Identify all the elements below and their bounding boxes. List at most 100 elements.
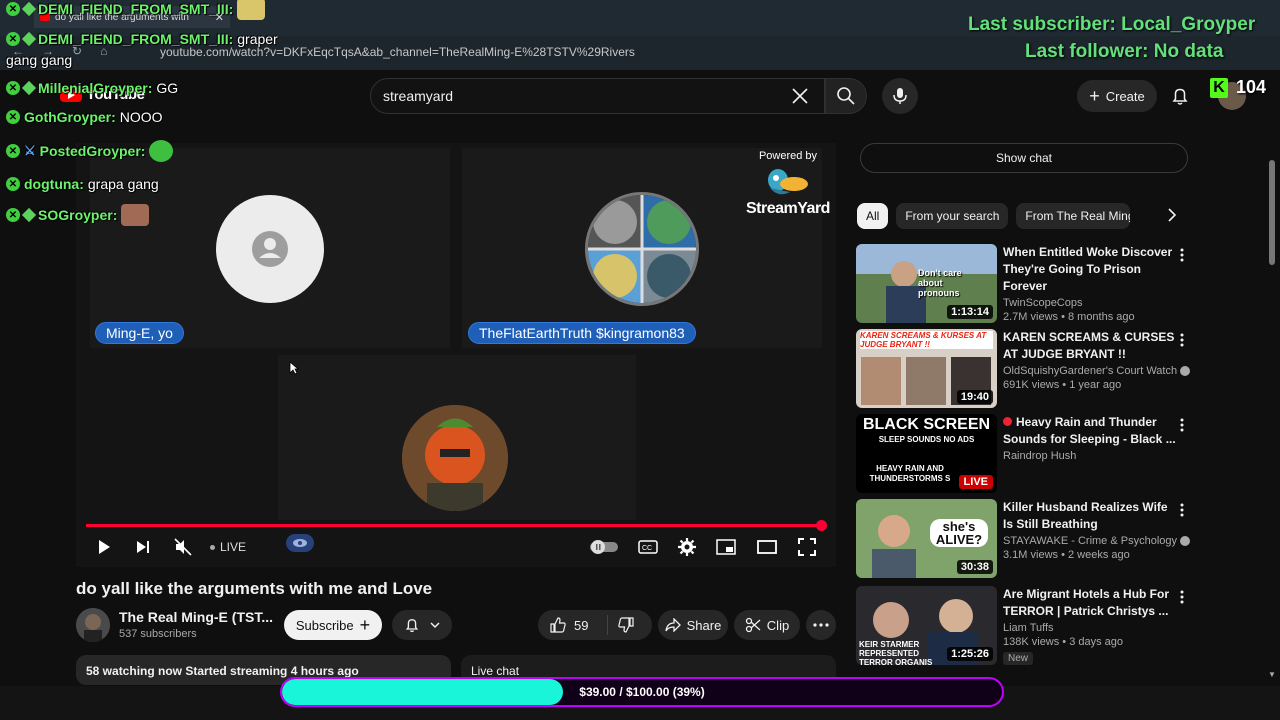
thumbnail-caption: HEAVY RAIN AND THUNDERSTORMS S [869,464,951,483]
live-indicator[interactable]: LIVE [210,535,246,559]
video-title[interactable]: Are Migrant Hotels a Hub For TERROR | Pa… [1003,586,1178,620]
voice-search-button[interactable] [882,78,918,114]
live-badge: LIVE [958,475,993,489]
channel-avatar[interactable] [76,608,110,642]
channel-name[interactable]: TwinScopeCops [1003,297,1178,309]
search-button[interactable] [825,78,867,114]
video-thumbnail[interactable]: KAREN SCREAMS & KURSES AT JUDGE BRYANT !… [856,329,997,408]
fullscreen-button[interactable] [798,535,816,559]
theater-mode-button[interactable] [757,535,777,559]
search-input[interactable]: streamyard [370,78,825,114]
scrollbar-thumb[interactable] [1269,160,1275,265]
theater-icon [757,540,777,554]
next-button[interactable] [135,535,151,559]
thumbnail-caption: KEIR STARMER REPRESENTED TERROR ORGANIS [859,640,933,665]
badge-x-icon: ✕ [6,81,20,95]
video-thumbnail[interactable]: she's ALIVE? 30:38 [856,499,997,578]
chat-username: dogtuna: [24,176,84,192]
video-title[interactable]: KAREN SCREAMS & CURSES AT JUDGE BRYANT !… [1003,329,1178,363]
watching-count: 58 watching now [86,664,183,678]
chevron-right-icon[interactable] [1166,208,1178,222]
recommended-video[interactable]: Don't care about pronouns 1:13:14 When E… [856,244,1186,324]
channel-name[interactable]: OldSquishyGardener's Court Watch [1003,365,1191,377]
channel-name[interactable]: Raindrop Hush [1003,450,1178,462]
fullscreen-icon [798,538,816,556]
chip-from-search[interactable]: From your search [896,203,1009,229]
video-thumbnail[interactable]: BLACK SCREEN SLEEP SOUNDS NO ADS HEAVY R… [856,414,997,493]
video-thumbnail[interactable]: KEIR STARMER REPRESENTED TERROR ORGANIS … [856,586,997,665]
chip-from-channel[interactable]: From The Real Ming-E ( [1016,203,1131,229]
more-vertical-icon[interactable] [1180,590,1184,604]
dislike-button[interactable] [608,617,634,633]
scrubber-handle[interactable] [816,520,827,531]
video-title[interactable]: When Entitled Woke Discover They're Goin… [1003,244,1178,295]
diamond-badge-icon [21,80,37,96]
powered-by-label: Powered by [758,150,818,162]
badge-x-icon: ✕ [6,2,20,16]
viewer-count: 104 [1236,77,1267,97]
video-thumbnail[interactable]: Don't care about pronouns 1:13:14 [856,244,997,323]
filter-chips: All From your search From The Real Ming-… [857,203,1131,229]
more-horizontal-icon [813,623,829,627]
more-vertical-icon[interactable] [1180,333,1184,347]
autoplay-toggle[interactable] [590,535,618,559]
gear-icon [678,538,696,556]
recommended-video[interactable]: BLACK SCREEN SLEEP SOUNDS NO ADS HEAVY R… [856,414,1186,494]
share-icon [664,618,681,632]
recommended-video[interactable]: KAREN SCREAMS & KURSES AT JUDGE BRYANT !… [856,329,1191,409]
captions-button[interactable]: CC [638,535,658,559]
player-controls: LIVE CC [86,534,826,561]
notification-settings-button[interactable] [392,610,452,640]
chevron-down-icon [430,622,440,629]
channel-name-text: STAYAWAKE - Crime & Psychology [1003,535,1178,547]
video-title[interactable]: Killer Husband Realizes Wife Is Still Br… [1003,499,1178,533]
recommended-video[interactable]: KEIR STARMER REPRESENTED TERROR ORGANIS … [856,586,1186,666]
eye-icon[interactable] [286,534,314,552]
badge-x-icon: ✕ [6,177,20,191]
channel-name-text: OldSquishyGardener's Court Watch [1003,365,1178,377]
share-button[interactable]: Share [658,610,728,640]
more-vertical-icon[interactable] [1180,503,1184,517]
play-button[interactable] [96,535,112,559]
thumbnail-headline: BLACK SCREEN [862,416,991,433]
scroll-down-icon[interactable]: ▼ [1268,670,1276,679]
channel-name[interactable]: Liam Tuffs [1003,622,1178,634]
badge-x-icon: ✕ [6,208,20,222]
mute-button[interactable] [174,535,192,559]
video-title[interactable]: Heavy Rain and Thunder Sounds for Sleepi… [1003,414,1178,448]
create-button[interactable]: + Create [1077,80,1157,112]
sword-badge-icon: ⚔ [24,143,36,158]
last-follower-label: Last follower: No data [1025,41,1224,62]
overlay-chat-line: ✕ ⚔ PostedGroyper: [6,140,174,162]
streamyard-brand: StreamYard [746,200,830,217]
clip-label: Clip [766,617,790,633]
chat-message: gang gang [6,52,73,68]
clip-button[interactable]: Clip [734,610,800,640]
more-actions-button[interactable] [806,610,836,640]
chat-username: DEMI_FIEND_FROM_SMT_III: [38,31,234,47]
url-field[interactable]: youtube.com/watch?v=DKFxEqcTqsA&ab_chann… [160,45,635,59]
more-vertical-icon[interactable] [1180,248,1184,262]
default-avatar-icon [216,195,324,303]
show-chat-button[interactable]: Show chat [860,143,1188,173]
channel-name[interactable]: STAYAWAKE - Crime & Psychology [1003,535,1191,547]
recommended-video[interactable]: she's ALIVE? 30:38 Killer Husband Realiz… [856,499,1191,579]
miniplayer-button[interactable] [716,535,736,559]
clear-search-icon[interactable] [790,86,810,106]
chat-message: NOOO [119,109,163,125]
chip-all[interactable]: All [857,203,889,229]
settings-button[interactable] [678,535,696,559]
more-vertical-icon[interactable] [1180,418,1184,432]
video-progress-bar[interactable] [86,524,822,527]
subscribe-button[interactable]: Subscribe + [284,610,382,640]
chat-username: GothGroyper: [24,109,116,125]
channel-name[interactable]: The Real Ming-E (TST... [119,609,273,625]
plus-icon: + [1089,86,1100,106]
badge-x-icon: ✕ [6,32,20,46]
chat-message: GG [156,80,179,96]
notifications-bell-icon[interactable] [1170,86,1190,106]
thumbnail-caption: she's ALIVE? [930,519,988,547]
diamond-badge-icon [21,1,37,17]
like-button[interactable]: 59 [538,615,608,635]
donation-goal-bar: $39.00 / $100.00 (39%) [280,677,1004,707]
